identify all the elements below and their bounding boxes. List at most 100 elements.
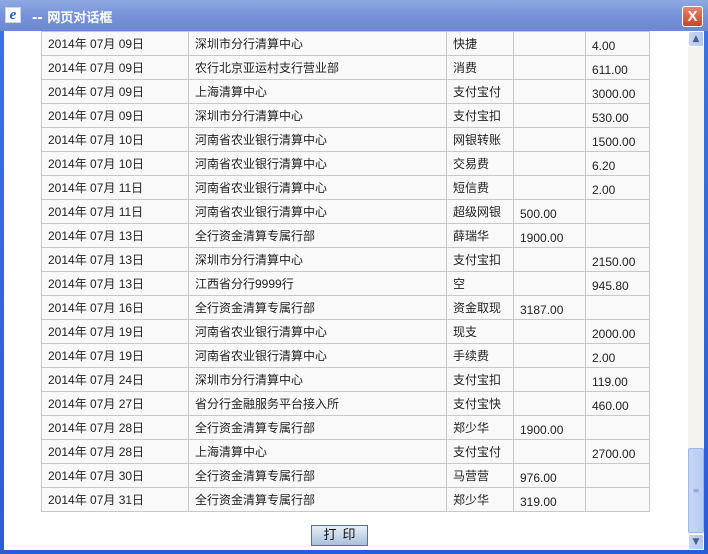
description-cell: 郑少华: [446, 487, 514, 512]
expense-cell: [585, 487, 650, 512]
date-cell: 2014年 07月 19日: [41, 319, 189, 344]
description-cell: 超级网银: [446, 199, 514, 224]
date-cell: 2014年 07月 27日: [41, 391, 189, 416]
table-row: 2014年 07月 13日 深圳市分行清算中心 支付宝扣 2150.00: [41, 247, 650, 272]
date-cell: 2014年 07月 13日: [41, 223, 189, 248]
transactions-table: 2014年 07月 09日 深圳市分行清算中心 快捷 4.00 2014年 07月 09…: [41, 31, 650, 512]
expense-cell: 611.00: [585, 55, 650, 80]
table-row: 2014年 07月 28日 全行资金清算专属行部 郑少华 1900.00: [41, 415, 650, 440]
income-cell: [513, 247, 586, 272]
description-cell: 马营营: [446, 463, 514, 488]
table-row: 2014年 07月 19日 河南省农业银行清算中心 手续费 2.00: [41, 343, 650, 368]
scroll-down-button[interactable]: ▼: [688, 534, 704, 550]
expense-cell: [585, 223, 650, 248]
branch-cell: 农行北京亚运村支行营业部: [188, 55, 447, 80]
description-cell: 支付宝付: [446, 79, 514, 104]
date-cell: 2014年 07月 09日: [41, 103, 189, 128]
expense-cell: 119.00: [585, 367, 650, 392]
date-cell: 2014年 07月 10日: [41, 151, 189, 176]
branch-cell: 河南省农业银行清算中心: [188, 343, 447, 368]
expense-cell: [585, 463, 650, 488]
income-cell: [513, 103, 586, 128]
branch-cell: 全行资金清算专属行部: [188, 463, 447, 488]
income-cell: 1900.00: [513, 223, 586, 248]
vertical-scrollbar[interactable]: ▲ ≡ ▼: [688, 31, 704, 550]
branch-cell: 全行资金清算专属行部: [188, 487, 447, 512]
branch-cell: 深圳市分行清算中心: [188, 31, 447, 56]
branch-cell: 深圳市分行清算中心: [188, 367, 447, 392]
branch-cell: 深圳市分行清算中心: [188, 103, 447, 128]
description-cell: 手续费: [446, 343, 514, 368]
table-row: 2014年 07月 27日 省分行金融服务平台接入所 支付宝快 460.00: [41, 391, 650, 416]
branch-cell: 深圳市分行清算中心: [188, 247, 447, 272]
expense-cell: 2000.00: [585, 319, 650, 344]
title-bar[interactable]: e -- 网页对话框 X: [0, 0, 708, 31]
table-row: 2014年 07月 31日 全行资金清算专属行部 郑少华 319.00: [41, 487, 650, 512]
date-cell: 2014年 07月 13日: [41, 271, 189, 296]
expense-cell: 4.00: [585, 31, 650, 56]
date-cell: 2014年 07月 09日: [41, 31, 189, 56]
expense-cell: 530.00: [585, 103, 650, 128]
income-cell: 500.00: [513, 199, 586, 224]
income-cell: [513, 271, 586, 296]
date-cell: 2014年 07月 24日: [41, 367, 189, 392]
print-button[interactable]: 打印: [311, 525, 368, 546]
date-cell: 2014年 07月 11日: [41, 175, 189, 200]
expense-cell: 2.00: [585, 175, 650, 200]
description-cell: 支付宝扣: [446, 103, 514, 128]
table-row: 2014年 07月 09日 深圳市分行清算中心 支付宝扣 530.00: [41, 103, 650, 128]
date-cell: 2014年 07月 19日: [41, 343, 189, 368]
table-row: 2014年 07月 13日 江西省分行9999行空 945.80: [41, 271, 650, 296]
description-cell: 短信费: [446, 175, 514, 200]
table-row: 2014年 07月 16日 全行资金清算专属行部 资金取现 3187.00: [41, 295, 650, 320]
expense-cell: 945.80: [585, 271, 650, 296]
dialog-window: e -- 网页对话框 X 2014年 07月 09日 深圳市分行清算中心 快捷 4.0…: [0, 0, 708, 554]
dialog-content: 2014年 07月 09日 深圳市分行清算中心 快捷 4.00 2014年 07月 09…: [4, 31, 704, 550]
income-cell: [513, 79, 586, 104]
description-cell: 支付宝付: [446, 439, 514, 464]
description-cell: 支付宝扣: [446, 367, 514, 392]
date-cell: 2014年 07月 11日: [41, 199, 189, 224]
table-row: 2014年 07月 28日 上海清算中心 支付宝付 2700.00: [41, 439, 650, 464]
table-row: 2014年 07月 24日 深圳市分行清算中心 支付宝扣 119.00: [41, 367, 650, 392]
table-row: 2014年 07月 09日 深圳市分行清算中心 快捷 4.00: [41, 31, 650, 56]
date-cell: 2014年 07月 28日: [41, 415, 189, 440]
income-cell: [513, 175, 586, 200]
description-cell: 交易费: [446, 151, 514, 176]
branch-cell: 省分行金融服务平台接入所: [188, 391, 447, 416]
date-cell: 2014年 07月 28日: [41, 439, 189, 464]
description-cell: 现支: [446, 319, 514, 344]
scrollbar-thumb[interactable]: ≡: [688, 448, 704, 533]
close-button[interactable]: X: [682, 6, 703, 27]
branch-cell: 全行资金清算专属行部: [188, 223, 447, 248]
table-row: 2014年 07月 10日 河南省农业银行清算中心 交易费 6.20: [41, 151, 650, 176]
table-row: 2014年 07月 10日 河南省农业银行清算中心 网银转账 1500.00: [41, 127, 650, 152]
table-row: 2014年 07月 09日 农行北京亚运村支行营业部 消费 611.00: [41, 55, 650, 80]
expense-cell: 3000.00: [585, 79, 650, 104]
branch-cell: 全行资金清算专属行部: [188, 295, 447, 320]
description-cell: 空: [446, 271, 514, 296]
branch-cell: 河南省农业银行清算中心: [188, 151, 447, 176]
branch-cell: 河南省农业银行清算中心: [188, 199, 447, 224]
date-cell: 2014年 07月 13日: [41, 247, 189, 272]
expense-cell: 460.00: [585, 391, 650, 416]
expense-cell: [585, 415, 650, 440]
description-cell: 薛瑞华: [446, 223, 514, 248]
branch-cell: 河南省农业银行清算中心: [188, 175, 447, 200]
description-cell: 郑少华: [446, 415, 514, 440]
date-cell: 2014年 07月 09日: [41, 55, 189, 80]
expense-cell: 2700.00: [585, 439, 650, 464]
description-cell: 消费: [446, 55, 514, 80]
table-row: 2014年 07月 11日 河南省农业银行清算中心 超级网银 500.00: [41, 199, 650, 224]
income-cell: [513, 55, 586, 80]
ie-icon: e: [5, 7, 21, 23]
scroll-up-button[interactable]: ▲: [688, 31, 704, 47]
branch-cell: 全行资金清算专属行部: [188, 415, 447, 440]
expense-cell: 2.00: [585, 343, 650, 368]
income-cell: [513, 367, 586, 392]
branch-cell: 江西省分行9999行: [188, 271, 447, 296]
description-cell: 支付宝扣: [446, 247, 514, 272]
expense-cell: 1500.00: [585, 127, 650, 152]
income-cell: 3187.00: [513, 295, 586, 320]
window-title: -- 网页对话框: [32, 11, 113, 26]
